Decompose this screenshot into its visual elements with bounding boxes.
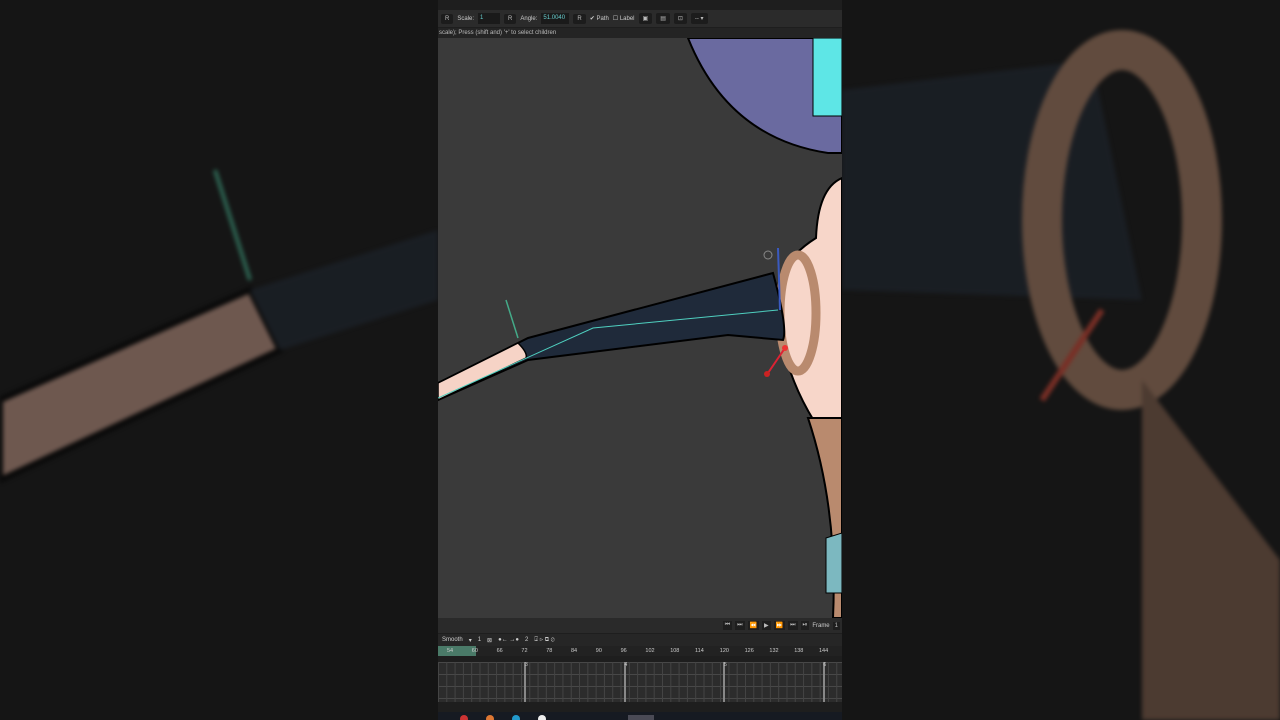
frame-tick-label: 54 <box>447 648 454 654</box>
frame-tick-label: 96 <box>620 648 627 654</box>
pivot-icon <box>763 250 773 260</box>
hand-skin <box>438 342 528 401</box>
taskbar-active-app[interactable] <box>628 715 654 720</box>
key-nav-icon[interactable]: ●← →● <box>498 637 519 643</box>
second-marker <box>524 662 526 702</box>
blurred-background-right <box>842 0 1280 720</box>
bone-select-icon[interactable]: ▤ <box>656 13 670 24</box>
frame-input[interactable]: 1 <box>832 621 840 630</box>
reset-angle-button[interactable]: R <box>573 13 586 24</box>
chevron-down-icon[interactable]: ▾ <box>469 637 472 644</box>
reset-button[interactable]: R <box>441 13 454 24</box>
frame-tick-label: 144 <box>819 648 829 654</box>
second-label: 4 <box>624 662 628 668</box>
frame-tick-label: 120 <box>719 648 729 654</box>
next-frame-button[interactable]: ⏩ <box>773 621 786 630</box>
keys-count: 2 <box>525 637 529 643</box>
cyan-shape <box>812 37 842 117</box>
frame-tick-label: 132 <box>769 648 779 654</box>
taskbar-app-icon[interactable] <box>538 715 546 720</box>
bone-handle <box>505 299 519 339</box>
next-key-button[interactable]: ⏭ <box>788 621 798 630</box>
timeline-toolbar: Smooth ▾ 1 ⊠ ●← →● 2 ⍗ ⊳ ⧉ ⊘ <box>438 634 842 646</box>
scale-input[interactable]: 1 <box>478 13 501 24</box>
playback-controls: ⏮ ⏭ ⏪ ▶ ⏩ ⏭ ⏯ Frame 1 <box>438 618 842 633</box>
frame-ruler[interactable]: 54 60 66 72 78 84 90 96 102 108 114 120 126 132 138 144 <box>438 646 842 656</box>
frame-tick-label: 102 <box>645 648 655 654</box>
tool-options-bar: R Scale: 1 R Angle: 51.0040 R ✔ Path ☐ L… <box>438 10 842 27</box>
second-label: 3 <box>525 662 528 668</box>
prev-key-button[interactable]: ⏭ <box>735 621 745 630</box>
frame-label: Frame <box>812 622 830 629</box>
path-checkbox[interactable]: ✔ Path <box>590 15 609 22</box>
scale-label: Scale: <box>457 15 475 22</box>
arm-shape <box>438 271 786 402</box>
path-label: Path <box>596 16 609 22</box>
second-label: 6 <box>823 662 827 668</box>
interp-value[interactable]: 1 <box>478 637 481 643</box>
drawing-canvas[interactable] <box>438 37 842 619</box>
frame-tick-label: 72 <box>521 648 528 654</box>
label-label: Label <box>619 16 635 22</box>
taskbar-app-icon[interactable] <box>486 715 494 720</box>
onion-icon[interactable]: ⍗ ⊳ ⧉ ⊘ <box>534 637 554 644</box>
second-marker <box>822 662 825 702</box>
playhead-range <box>438 646 476 656</box>
bone-mode-icon[interactable]: ▣ <box>638 13 653 24</box>
body-skin <box>775 176 842 460</box>
play-button[interactable]: ▶ <box>761 621 771 630</box>
frame-tick-label: 126 <box>744 648 754 654</box>
reset-scale-button[interactable]: R <box>504 13 517 24</box>
second-label: 5 <box>724 662 727 668</box>
frame-tick-label: 114 <box>695 648 704 654</box>
blurred-background-left <box>0 0 438 720</box>
frame-tick-label: 60 <box>471 648 478 654</box>
animation-app: R Scale: 1 R Angle: 51.0040 R ✔ Path ☐ L… <box>438 0 842 720</box>
second-marker <box>623 662 626 702</box>
frame-tick-label: 66 <box>496 648 503 654</box>
taskbar-app-icon[interactable] <box>512 715 520 720</box>
rewind-start-button[interactable]: ⏮ <box>722 621 733 630</box>
timeline-tracks[interactable]: 3 4 5 6 <box>438 662 842 702</box>
frame-tick-label: 138 <box>794 648 804 654</box>
status-bar: scale); Press (shift and) '+' to select … <box>438 28 842 38</box>
bone-lock-icon[interactable]: ⊡ <box>673 13 687 24</box>
frame-tick-label: 108 <box>670 648 680 654</box>
frame-tick-label: 90 <box>595 648 602 654</box>
label-checkbox[interactable]: ☐ Label <box>613 15 635 22</box>
frame-tick-label: 84 <box>571 648 578 654</box>
loop-button[interactable]: ⏯ <box>800 621 810 630</box>
active-bone <box>767 347 786 374</box>
second-marker <box>723 662 725 702</box>
more-dropdown[interactable]: -- ▾ <box>690 13 708 24</box>
key-icon[interactable]: ⊠ <box>487 637 492 644</box>
angle-input[interactable]: 51.0040 <box>541 13 570 24</box>
taskbar-app-icon[interactable] <box>460 715 468 720</box>
prev-frame-button[interactable]: ⏪ <box>747 621 759 630</box>
pocket-shape <box>825 532 842 594</box>
angle-label: Angle: <box>520 15 538 22</box>
interpolation-dropdown[interactable]: Smooth <box>442 637 463 643</box>
frame-tick-label: 78 <box>546 648 553 654</box>
